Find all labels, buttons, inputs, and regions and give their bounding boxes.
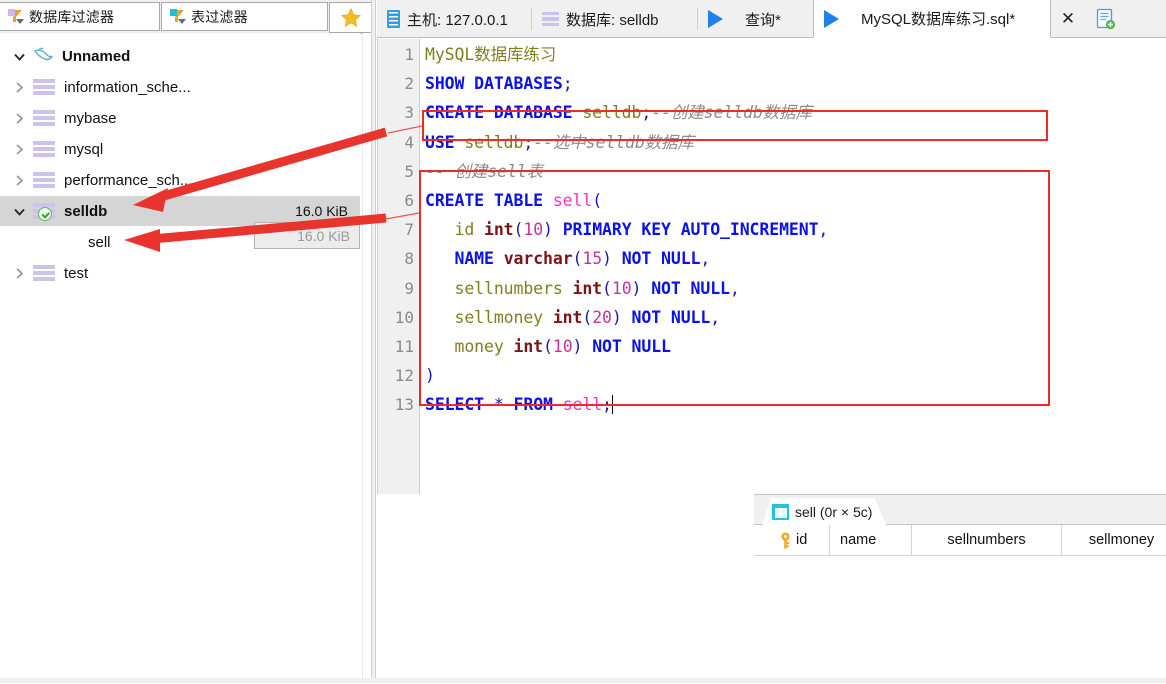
tree-row-mybase[interactable]: mybase <box>0 103 360 133</box>
window-bottom-strip <box>0 678 1166 683</box>
funnel-purple-icon <box>8 8 25 25</box>
tree-row-unnamed[interactable]: Unnamed <box>0 41 360 71</box>
chevron-right-icon[interactable] <box>12 173 27 188</box>
star-icon <box>341 8 361 27</box>
line-number: 10 <box>394 307 414 327</box>
chevron-right-icon[interactable] <box>12 266 27 281</box>
column-header-name[interactable]: name <box>830 525 912 555</box>
database-filter-label: 数据库过滤器 <box>29 8 115 25</box>
tree-label-performance-schema: performance_sch... <box>64 171 193 189</box>
code-line[interactable]: MySQL数据库练习 <box>425 41 556 69</box>
server-icon <box>387 10 400 28</box>
database-icon <box>33 140 55 158</box>
create-table-highlight-box <box>419 170 1050 406</box>
result-grid-header: id name sellnumbers sellmoney money <box>754 525 1166 556</box>
favorites-tab[interactable] <box>329 2 372 33</box>
chevron-right-icon[interactable] <box>12 142 27 157</box>
tab-host-label: 主机: 127.0.0.1 <box>407 11 508 29</box>
line-number: 9 <box>404 278 414 298</box>
tree-size-selldb: 16.0 KiB <box>295 203 348 219</box>
result-grid-body[interactable] <box>754 556 1166 684</box>
tree-label-mysql: mysql <box>64 140 104 158</box>
table-filter-tab[interactable]: 表过滤器 <box>161 2 328 31</box>
line-number: 5 <box>404 161 414 181</box>
tab-query[interactable]: 查询* <box>698 0 813 38</box>
table-icon <box>772 504 789 520</box>
tab-sql-file[interactable]: MySQL数据库练习.sql* <box>813 0 1051 38</box>
tree-row-mysql[interactable]: mysql <box>0 134 360 164</box>
tree-label-information-schema: information_sche... <box>64 78 191 96</box>
chevron-right-icon[interactable] <box>12 111 27 126</box>
editor-tabbar: 主机: 127.0.0.1 数据库: selldb 查询* MySQL数据库练习… <box>377 0 1166 38</box>
result-tab-label: sell (0r × 5c) <box>795 503 873 520</box>
database-icon <box>33 264 55 282</box>
line-number: 12 <box>394 366 414 386</box>
result-tabstrip: sell (0r × 5c) <box>754 495 1166 525</box>
column-header-sellmoney[interactable]: sellmoney <box>1062 525 1166 555</box>
create-database-highlight-box <box>422 110 1048 141</box>
table-icon <box>57 234 79 251</box>
line-number: 11 <box>394 337 414 356</box>
chevron-down-icon[interactable] <box>12 49 27 64</box>
result-tab-sell[interactable]: sell (0r × 5c) <box>762 498 886 525</box>
database-icon <box>33 109 55 127</box>
database-icon <box>542 11 559 27</box>
tree-label-test: test <box>64 264 89 282</box>
line-number-gutter: 1 2 3 4 5 6 7 8 9 10 11 12 13 <box>378 39 420 494</box>
database-icon <box>33 171 55 189</box>
play-icon <box>824 9 854 28</box>
code-token: SHOW DATABASES <box>425 74 563 94</box>
funnel-teal-icon <box>170 8 187 25</box>
database-icon <box>33 78 55 96</box>
code-line[interactable]: SHOW DATABASES; <box>425 70 573 98</box>
column-header-id[interactable]: id <box>772 525 830 555</box>
column-header-sellnumbers[interactable]: sellnumbers <box>912 525 1062 555</box>
database-filter-tab[interactable]: 数据库过滤器 <box>0 2 160 31</box>
chevron-down-icon[interactable] <box>12 204 27 219</box>
tree-label-selldb: selldb <box>64 202 108 220</box>
panel-splitter[interactable] <box>371 0 376 683</box>
line-number: 13 <box>394 395 414 415</box>
code-token: ; <box>562 74 573 94</box>
database-tree[interactable]: Unnamed information_sche... mybase mysql… <box>0 33 360 683</box>
line-number: 8 <box>404 249 414 269</box>
tab-query-label: 查询* <box>745 11 781 29</box>
database-checked-icon <box>33 202 55 221</box>
result-pane: sell (0r × 5c) id name sellnumbers sellm… <box>754 494 1166 684</box>
tree-label-mybase: mybase <box>64 109 117 127</box>
new-document-icon[interactable] <box>1085 0 1125 38</box>
line-number: 1 <box>404 45 414 64</box>
dolphin-icon <box>33 47 53 65</box>
filter-tabbar: 数据库过滤器 表过滤器 <box>0 0 372 34</box>
size-tooltip: 16.0 KiB <box>254 222 360 249</box>
tree-label-sell: sell <box>88 233 111 251</box>
code-token: MySQL数据库练习 <box>425 45 557 64</box>
line-number: 4 <box>404 132 414 152</box>
close-icon[interactable]: ✕ <box>1051 0 1085 38</box>
tree-row-test[interactable]: test <box>0 258 360 288</box>
tree-row-performance-schema[interactable]: performance_sch... <box>0 165 360 195</box>
tab-host[interactable]: 主机: 127.0.0.1 <box>377 0 532 38</box>
table-filter-label: 表过滤器 <box>191 8 248 25</box>
navigator-panel: 数据库过滤器 表过滤器 Unnamed information_sche... … <box>0 0 372 683</box>
tree-row-information-schema[interactable]: information_sche... <box>0 72 360 102</box>
tab-database[interactable]: 数据库: selldb <box>532 0 698 38</box>
line-number: 2 <box>404 74 414 94</box>
tree-label-unnamed: Unnamed <box>62 47 131 65</box>
play-icon <box>708 10 738 28</box>
line-number: 6 <box>404 191 414 210</box>
line-number: 7 <box>404 220 414 240</box>
tab-database-label: 数据库: selldb <box>566 11 659 29</box>
line-number: 3 <box>404 103 414 123</box>
chevron-right-icon[interactable] <box>12 80 27 95</box>
tab-sql-file-label: MySQL数据库练习.sql* <box>861 11 1016 28</box>
